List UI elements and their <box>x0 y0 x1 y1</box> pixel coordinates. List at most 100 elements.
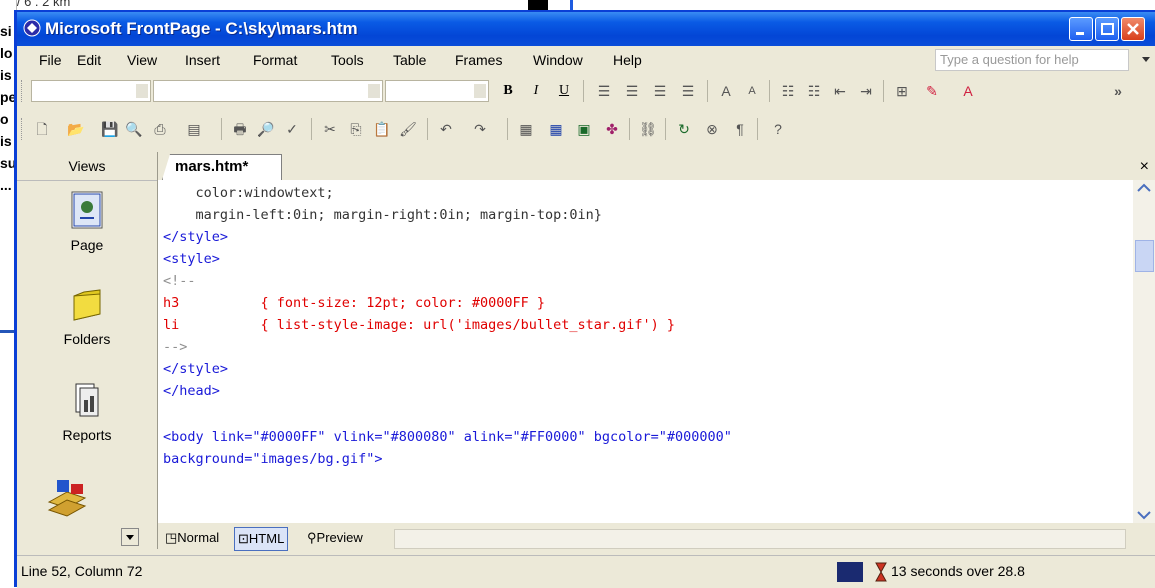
insert-table-icon[interactable]: ▦ <box>545 117 567 141</box>
align-center-icon[interactable]: ☰ <box>621 79 643 103</box>
formatting-toolbar: B I U ☰ ☰ ☰ ☰ A A ☷ ☷ ⇤ ⇥ ⊞ ✎ A » <box>17 74 1155 108</box>
format-painter-icon[interactable]: 🖌 <box>397 117 419 141</box>
title-bar[interactable]: Microsoft FrontPage - C:\sky\mars.htm <box>17 12 1155 46</box>
open-icon[interactable]: 📂 <box>65 117 87 141</box>
show-all-icon[interactable]: ¶ <box>729 117 751 141</box>
undo-icon[interactable]: ↶ <box>435 117 457 141</box>
border-icon[interactable]: ⊞ <box>891 79 913 103</box>
font-size-combo[interactable] <box>385 80 489 102</box>
hyperlink-icon[interactable]: ⛓ <box>637 117 659 141</box>
chevron-down-icon[interactable] <box>1136 509 1152 521</box>
tab-label: HTML <box>248 531 285 546</box>
close-document-icon[interactable]: × <box>1140 158 1149 176</box>
chevron-down-icon[interactable] <box>474 84 486 98</box>
highlight-icon[interactable]: ✎ <box>921 79 943 103</box>
maximize-button[interactable] <box>1095 17 1119 41</box>
menu-view[interactable]: View <box>127 52 157 68</box>
close-button[interactable] <box>1121 17 1145 41</box>
save-icon[interactable]: 💾 <box>99 117 121 141</box>
style-combo[interactable] <box>31 80 151 102</box>
views-item-reports[interactable]: Reports <box>17 380 157 443</box>
tab-mars-htm[interactable]: mars.htm* <box>162 154 282 180</box>
code-line: </head> <box>163 383 220 399</box>
help-icon[interactable]: ? <box>767 117 789 141</box>
vertical-scrollbar[interactable] <box>1133 180 1155 523</box>
menu-table[interactable]: Table <box>393 52 426 68</box>
page-icon <box>71 191 103 229</box>
insert-picture-icon[interactable]: ▣ <box>573 117 595 141</box>
chevron-up-icon[interactable] <box>1136 182 1152 194</box>
views-panel: Views Page Folders Reports <box>17 152 158 549</box>
stop-icon[interactable]: ⊗ <box>701 117 723 141</box>
menu-insert[interactable]: Insert <box>185 52 220 68</box>
decrease-font-icon[interactable]: A <box>741 79 763 103</box>
numbered-list-icon[interactable]: ☷ <box>777 79 799 103</box>
increase-font-icon[interactable]: A <box>715 79 737 103</box>
tab-strip: mars.htm* × <box>158 152 1155 180</box>
menu-file[interactable]: File <box>39 52 62 68</box>
cut-icon[interactable]: ✂ <box>319 117 341 141</box>
code-line: </style> <box>163 361 229 377</box>
toolbar-grip[interactable] <box>21 80 26 102</box>
frontpage-window: Microsoft FrontPage - C:\sky\mars.htm Fi… <box>14 10 1155 588</box>
toolbar-grip[interactable] <box>21 118 26 140</box>
refresh-icon[interactable]: ↻ <box>673 117 695 141</box>
toolbar-separator <box>427 118 428 140</box>
menu-help[interactable]: Help <box>613 52 642 68</box>
html-code-editor[interactable]: color:windowtext; margin-left:0in; margi… <box>158 180 1133 523</box>
reports-icon <box>75 383 99 417</box>
menu-edit[interactable]: Edit <box>77 52 101 68</box>
window-title: Microsoft FrontPage - C:\sky\mars.htm <box>45 19 358 38</box>
minimize-button[interactable] <box>1069 17 1093 41</box>
font-color-icon[interactable]: A <box>957 79 979 103</box>
help-question-input[interactable]: Type a question for help <box>935 49 1129 71</box>
underline-button[interactable]: U <box>553 79 575 103</box>
increase-indent-icon[interactable]: ⇥ <box>855 79 877 103</box>
views-item-folders[interactable]: Folders <box>17 284 157 347</box>
menu-window[interactable]: Window <box>533 52 583 68</box>
copy-icon[interactable]: ⎘ <box>345 117 367 141</box>
tab-normal[interactable]: ◳Normal <box>162 527 222 549</box>
font-combo[interactable] <box>153 80 383 102</box>
bulleted-list-icon[interactable]: ☷ <box>803 79 825 103</box>
chevron-down-icon[interactable] <box>1141 56 1151 64</box>
search-icon[interactable]: 🔍 <box>123 117 145 141</box>
web-component-icon[interactable]: ▦ <box>515 117 537 141</box>
redo-icon[interactable]: ↷ <box>469 117 491 141</box>
views-item-page[interactable]: Page <box>17 190 157 253</box>
chevron-down-icon[interactable] <box>136 84 148 98</box>
views-header: Views <box>17 152 157 181</box>
hourglass-icon <box>875 562 887 582</box>
toolbar-options-icon[interactable]: » <box>1107 79 1129 103</box>
views-scroll-button[interactable] <box>121 528 139 546</box>
chevron-down-icon[interactable] <box>368 84 380 98</box>
spelling-icon[interactable]: ✓ <box>281 117 303 141</box>
new-page-icon[interactable]: 🗋 <box>31 117 53 141</box>
print-icon[interactable]: 🖶 <box>229 117 251 141</box>
print-preview-icon[interactable]: 🔎 <box>255 117 277 141</box>
toolbar-separator <box>757 118 758 140</box>
bold-button[interactable]: B <box>497 79 519 103</box>
italic-button[interactable]: I <box>525 79 547 103</box>
align-right-icon[interactable]: ☰ <box>649 79 671 103</box>
drawing-icon[interactable]: ✤ <box>601 117 623 141</box>
menu-format[interactable]: Format <box>253 52 297 68</box>
horizontal-scrollbar[interactable] <box>394 529 1126 549</box>
paste-icon[interactable]: 📋 <box>371 117 393 141</box>
menu-tools[interactable]: Tools <box>331 52 364 68</box>
menu-frames[interactable]: Frames <box>455 52 502 68</box>
decrease-indent-icon[interactable]: ⇤ <box>829 79 851 103</box>
tab-label: Normal <box>177 530 220 545</box>
scroll-thumb[interactable] <box>1135 240 1154 272</box>
publish-icon[interactable]: ⎙ <box>149 117 171 141</box>
toggle-pane-icon[interactable]: ▤ <box>183 117 205 141</box>
tab-preview[interactable]: ⚲Preview <box>304 527 366 549</box>
tab-html[interactable]: ⊡HTML <box>234 527 289 551</box>
justify-icon[interactable]: ☰ <box>677 79 699 103</box>
code-line: <body link="#0000FF" vlink="#800080" ali… <box>163 429 732 445</box>
code-line: margin-left:0in; margin-right:0in; margi… <box>163 207 602 223</box>
align-left-icon[interactable]: ☰ <box>593 79 615 103</box>
folders-icon <box>73 289 101 321</box>
views-item-navigation[interactable] <box>0 474 137 525</box>
toolbar-separator <box>583 80 584 102</box>
